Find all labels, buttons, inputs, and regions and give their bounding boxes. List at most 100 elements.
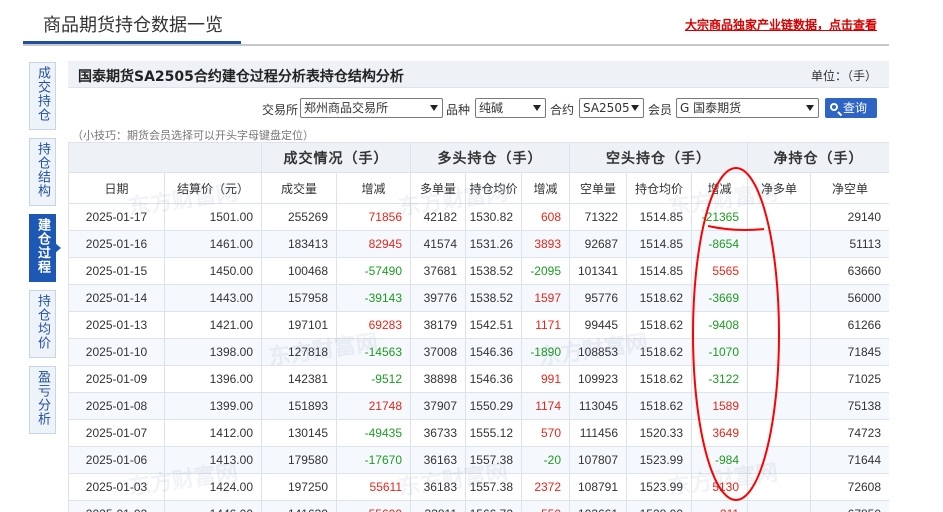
col-short-change: -8654 (691, 230, 749, 258)
col-long-change: 3893 (520, 230, 571, 258)
col-short-change: 3649 (691, 419, 749, 447)
tab-trading-position[interactable]: 成交持仓 (29, 62, 56, 130)
query-button[interactable]: 查询 (825, 98, 877, 118)
col-date: 2025-01-14 (68, 284, 165, 312)
col-long-avg-price: 1530.82 (465, 203, 522, 231)
col-volume: 100468 (261, 257, 337, 285)
col-net-short: 67850 (810, 500, 889, 512)
col-net-long (747, 257, 812, 285)
group-header-blank (68, 142, 262, 173)
filter-bar: 交易所 郑州商品交易所 品种 纯碱 合约 SA2505 会员 G 国泰期货 查询 (68, 98, 889, 120)
col-long-change: 991 (520, 365, 571, 393)
col-settle-price-header: 结算价（元） (164, 172, 262, 204)
col-volume-change: 82945 (336, 230, 411, 258)
col-settle-price: 1399.00 (164, 392, 262, 420)
col-volume-change: 55611 (336, 473, 411, 501)
col-volume-change: -39143 (336, 284, 411, 312)
col-volume-change: 69283 (336, 311, 411, 339)
table-row: 2025-01-08 1399.00 151893 21748 37907 1550.29… (68, 392, 889, 420)
col-volume-change: 21748 (336, 392, 411, 420)
col-short-qty: 92687 (569, 230, 628, 258)
col-long-change: 1597 (520, 284, 571, 312)
col-net-long (747, 230, 812, 258)
col-net-short: 71025 (810, 365, 889, 393)
col-long-avg-price: 1538.52 (465, 284, 522, 312)
member-select[interactable]: G 国泰期货 (676, 98, 819, 118)
group-header-net: 净持仓（手） (747, 142, 889, 173)
col-date: 2025-01-09 (68, 365, 165, 393)
col-net-short: 72608 (810, 473, 889, 501)
col-settle-price: 1501.00 (164, 203, 262, 231)
col-settle-price: 1424.00 (164, 473, 262, 501)
col-long-avg-price: 1538.52 (465, 257, 522, 285)
col-volume-change-header: 增减 (336, 172, 411, 204)
col-net-long (747, 500, 812, 512)
col-long-avg-price-header: 持仓均价 (465, 172, 522, 204)
col-long-change: 608 (520, 203, 571, 231)
chevron-down-icon (631, 105, 639, 111)
col-short-avg-price: 1523.99 (626, 446, 693, 474)
col-settle-price: 1443.00 (164, 284, 262, 312)
tab-label: 建仓过程 (35, 218, 50, 274)
col-short-qty: 99445 (569, 311, 628, 339)
col-date: 2025-01-13 (68, 311, 165, 339)
tab-average-price[interactable]: 持仓均价 (29, 290, 56, 358)
col-net-long (747, 203, 812, 231)
col-short-avg-price: 1518.62 (626, 338, 693, 366)
col-date: 2025-01-17 (68, 203, 165, 231)
col-long-change-header: 增减 (520, 172, 571, 204)
tab-position-building[interactable]: 建仓过程 (29, 214, 61, 282)
col-long-change: -20 (520, 446, 571, 474)
col-volume-change: -9512 (336, 365, 411, 393)
product-select[interactable]: 纯碱 (475, 98, 546, 118)
col-date: 2025-01-08 (68, 392, 165, 420)
col-settle-price: 1398.00 (164, 338, 262, 366)
col-short-qty: 111456 (569, 419, 628, 447)
col-short-avg-price: 1514.85 (626, 230, 693, 258)
col-short-change: 211 (691, 500, 749, 512)
col-long-change: 1174 (520, 392, 571, 420)
tab-label: 成交持仓 (35, 66, 50, 122)
col-short-qty: 107807 (569, 446, 628, 474)
col-net-short: 29140 (810, 203, 889, 231)
col-short-avg-price: 1518.62 (626, 365, 693, 393)
col-date: 2025-01-03 (68, 473, 165, 501)
chevron-down-icon (430, 105, 438, 111)
col-short-qty: 95776 (569, 284, 628, 312)
col-long-avg-price: 1557.38 (465, 473, 522, 501)
col-settle-price: 1446.00 (164, 500, 262, 512)
tab-label: 盈亏分析 (35, 370, 50, 426)
contract-value: SA2505 (583, 101, 630, 115)
col-net-long (747, 392, 812, 420)
col-net-short: 71644 (810, 446, 889, 474)
member-label: 会员 (648, 103, 673, 117)
col-net-long (747, 311, 812, 339)
col-long-qty: 37008 (410, 338, 466, 366)
col-volume-change: -14563 (336, 338, 411, 366)
exchange-select[interactable]: 郑州商品交易所 (300, 98, 443, 118)
tip-text: （小技巧：期货会员选择可以开头字母键盘定位） (72, 129, 314, 142)
col-short-avg-price: 1514.85 (626, 257, 693, 285)
col-volume-change: -57490 (336, 257, 411, 285)
col-volume-change: -17670 (336, 446, 411, 474)
panel-header: 国泰期货SA2505合约建仓过程分析表持仓结构分析 单位：（手） (68, 61, 889, 88)
tab-profit-loss[interactable]: 盈亏分析 (29, 366, 56, 434)
col-long-change: 570 (520, 419, 571, 447)
col-long-qty-header: 多单量 (410, 172, 466, 204)
col-long-avg-price: 1542.51 (465, 311, 522, 339)
table-row: 2025-01-13 1421.00 197101 69283 38179 1542.51… (68, 311, 889, 339)
contract-select[interactable]: SA2505 (579, 98, 644, 118)
promo-link[interactable]: 大宗商品独家产业链数据，点击查看 (685, 16, 877, 33)
search-icon (830, 103, 838, 111)
col-volume: 157958 (261, 284, 337, 312)
tab-position-structure[interactable]: 持仓结构 (29, 138, 56, 206)
col-short-qty-header: 空单量 (569, 172, 628, 204)
col-volume: 141639 (261, 500, 337, 512)
col-short-avg-price: 1514.85 (626, 203, 693, 231)
table-row: 2025-01-021446.0014163955600338111566.72… (68, 500, 889, 512)
group-header-trading: 成交情况（手） (261, 142, 411, 173)
col-volume: 179580 (261, 446, 337, 474)
col-short-qty: 103661 (569, 500, 628, 512)
table-row: 2025-01-16 1461.00 183413 82945 41574 1531.26… (68, 230, 889, 258)
col-short-change: -1070 (691, 338, 749, 366)
